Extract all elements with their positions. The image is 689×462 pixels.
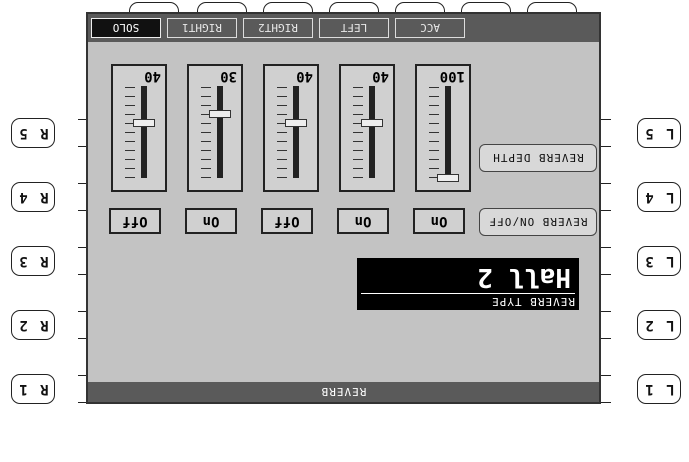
reverb-type-divider [361,293,575,294]
fader-scale [125,86,135,178]
reverb-type-value: Hall 2 [477,262,571,292]
acc-toggle[interactable]: On [413,208,465,234]
lcd-screen: REVERB REVERB TYPE Hall 2 REVERB ON/OFF … [86,12,601,404]
tab-left[interactable]: LEFT [319,18,389,38]
left-toggle[interactable]: On [337,208,389,234]
reverb-type-display[interactable]: REVERB TYPE Hall 2 [357,258,579,310]
fader-track [445,86,451,178]
fader-track [141,86,147,178]
r2-button[interactable]: R 2 [11,310,55,340]
l1-button[interactable]: L 1 [637,374,681,404]
l3-button[interactable]: L 3 [637,246,681,276]
keyboard-panel: F 1 F 2 F 3 F 4 F 5 F 6 F 7 L 1 L 2 L 3 … [0,0,689,462]
r1-button[interactable]: R 1 [11,374,55,404]
reverb-depth-label: REVERB DEPTH [479,144,597,172]
right1-depth-fader[interactable]: 30 [187,64,243,192]
r4-button[interactable]: R 4 [11,182,55,212]
l5-connector [601,119,611,147]
r3-button[interactable]: R 3 [11,246,55,276]
tab-right2[interactable]: RIGHT2 [243,18,313,38]
fader-knob[interactable] [133,118,155,127]
solo-toggle[interactable]: Off [109,208,161,234]
fader-scale [353,86,363,178]
fader-track [217,86,223,178]
fader-knob[interactable] [361,118,383,127]
solo-depth-fader[interactable]: 40 [111,64,167,192]
reverb-on-off-label: REVERB ON/OFF [479,208,597,236]
fader-knob[interactable] [209,109,231,118]
screen-title: REVERB [88,382,599,402]
l3-connector [601,247,611,275]
fader-track [293,86,299,178]
fader-knob[interactable] [437,174,459,182]
right2-toggle[interactable]: Off [261,208,313,234]
l2-button[interactable]: L 2 [637,310,681,340]
reverb-type-label: REVERB TYPE [491,295,575,308]
right1-toggle[interactable]: On [185,208,237,234]
acc-depth-value: 100 [439,68,465,84]
l2-connector [601,311,611,339]
l4-button[interactable]: L 4 [637,182,681,212]
left-depth-value: 40 [372,68,389,84]
acc-depth-fader[interactable]: 100 [415,64,471,192]
right2-depth-value: 40 [296,68,313,84]
part-tab-bar: ACC LEFT RIGHT2 RIGHT1 SOLO [88,14,599,42]
right1-depth-value: 30 [220,68,237,84]
fader-scale [201,86,211,178]
r5-button[interactable]: R 5 [11,118,55,148]
fader-knob[interactable] [285,118,307,127]
solo-depth-value: 40 [144,68,161,84]
l1-connector [601,375,611,403]
tab-right1[interactable]: RIGHT1 [167,18,237,38]
tab-solo[interactable]: SOLO [91,18,161,38]
left-depth-fader[interactable]: 40 [339,64,395,192]
tab-acc[interactable]: ACC [395,18,465,38]
fader-scale [277,86,287,178]
l5-button[interactable]: L 5 [637,118,681,148]
right2-depth-fader[interactable]: 40 [263,64,319,192]
fader-scale [429,86,439,178]
fader-track [369,86,375,178]
l4-connector [601,183,611,211]
